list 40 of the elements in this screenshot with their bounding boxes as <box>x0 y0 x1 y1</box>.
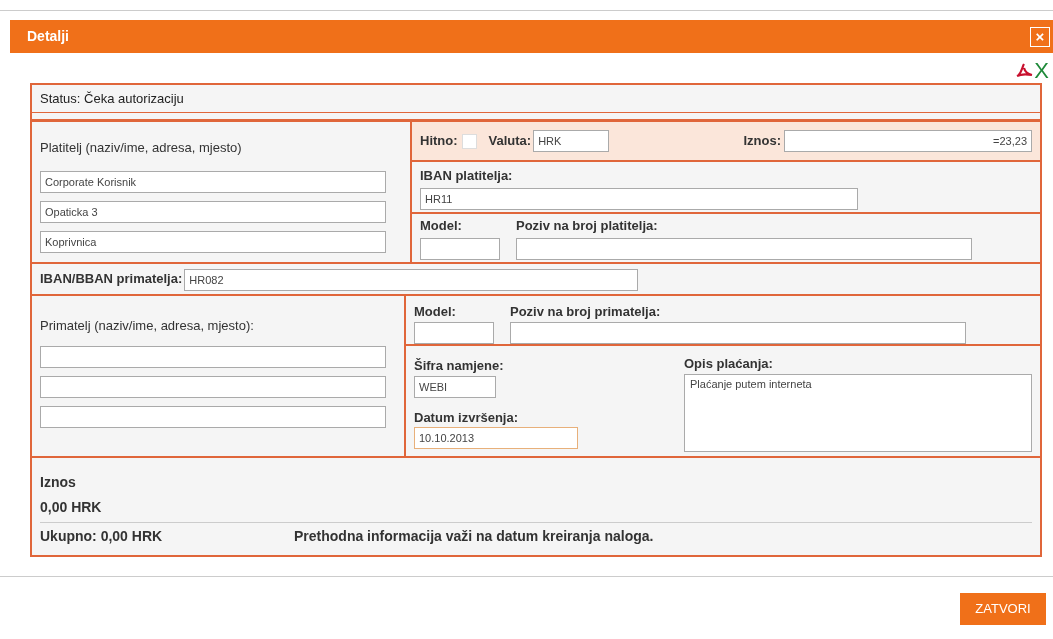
field-label: Valuta: <box>488 132 532 151</box>
total-amount: Ukupno: 0,00 HRK <box>40 526 164 546</box>
input-field[interactable]: HR11 <box>420 187 858 210</box>
field-label: Datum izvršenja: <box>414 408 520 427</box>
field-label: IBAN platitelja: <box>420 167 514 185</box>
input-field[interactable]: WEBI <box>414 375 496 398</box>
input-field[interactable]: Opaticka 3 <box>40 200 386 223</box>
field-label: Šifra namjene: <box>414 357 505 375</box>
field-label: Iznos: <box>743 132 781 151</box>
input-field[interactable] <box>40 345 386 368</box>
field-label: Hitno: <box>420 132 458 151</box>
input-field[interactable] <box>510 321 966 344</box>
input-field[interactable]: HRK <box>533 130 610 152</box>
urgent-checkbox[interactable] <box>461 133 477 149</box>
field-label: Poziv na broj primatelja: <box>510 303 662 321</box>
input-field[interactable] <box>420 237 500 260</box>
field-label: Model: <box>420 217 463 235</box>
input-field[interactable] <box>40 375 386 398</box>
input-field[interactable]: HR082 <box>184 269 639 291</box>
dialog-title: Detalji <box>27 27 69 46</box>
input-field[interactable] <box>40 405 386 428</box>
input-field[interactable] <box>414 321 494 344</box>
input-field[interactable]: Koprivnica <box>40 230 386 253</box>
description-field[interactable]: Plaćanje putem interneta <box>684 373 1032 452</box>
field-label: Platitelj (naziv/ime, adresa, mjesto) <box>40 139 243 157</box>
summary-amount: 0,00 HRK <box>40 497 103 517</box>
pdf-icon[interactable] <box>1015 63 1034 79</box>
field-label: Opis plaćanja: <box>684 355 774 373</box>
input-field[interactable]: 10.10.2013 <box>414 427 578 449</box>
field-label: IBAN/BBAN primatelja: <box>40 270 183 289</box>
input-field[interactable] <box>516 237 972 260</box>
summary-title: Iznos <box>40 472 77 492</box>
input-field[interactable]: Corporate Korisnik <box>40 170 386 193</box>
input-field[interactable]: =23,23 <box>784 130 1032 152</box>
field-label: Primatelj (naziv/ime, adresa, mjesto): <box>40 317 255 335</box>
info-note: Prethodna informacija važi na datum kreiranja naloga. <box>294 526 654 546</box>
excel-export-button[interactable]: X <box>1034 60 1049 82</box>
field-label: Model: <box>414 303 457 321</box>
field-label: Poziv na broj platitelja: <box>516 217 659 235</box>
status-text: Status: Čeka autorizaciju <box>40 89 184 108</box>
